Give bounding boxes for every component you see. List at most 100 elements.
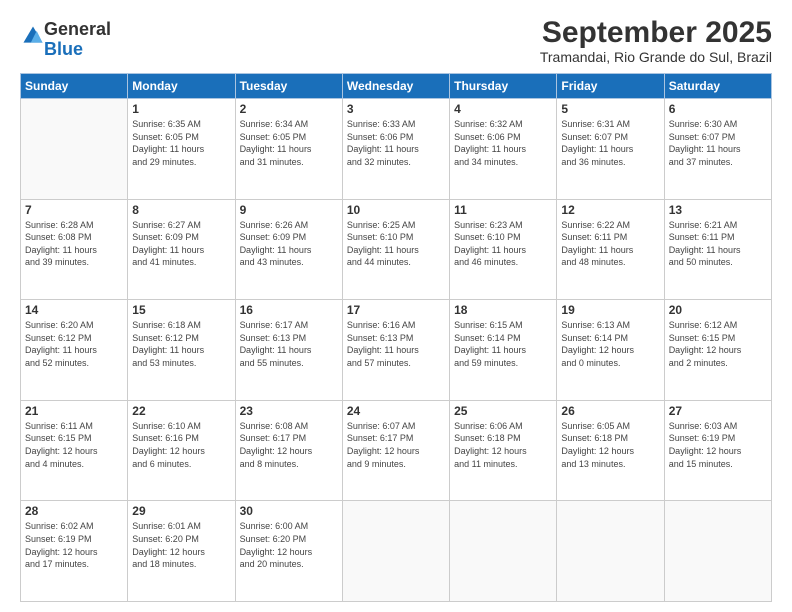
day-number: 25 — [454, 404, 552, 418]
weekday-header-cell: Friday — [557, 74, 664, 99]
calendar-body: 1 Sunrise: 6:35 AMSunset: 6:05 PMDaylight… — [21, 99, 772, 602]
calendar-week-row: 28 Sunrise: 6:02 AMSunset: 6:19 PMDayligh… — [21, 501, 772, 602]
day-number: 23 — [240, 404, 338, 418]
weekday-header-cell: Wednesday — [342, 74, 449, 99]
calendar-day-cell: 20 Sunrise: 6:12 AMSunset: 6:15 PMDayligh… — [664, 300, 771, 401]
day-info: Sunrise: 6:33 AMSunset: 6:06 PMDaylight:… — [347, 118, 445, 168]
calendar-week-row: 14 Sunrise: 6:20 AMSunset: 6:12 PMDayligh… — [21, 300, 772, 401]
day-info: Sunrise: 6:10 AMSunset: 6:16 PMDaylight:… — [132, 420, 230, 470]
day-number: 29 — [132, 504, 230, 518]
day-info: Sunrise: 6:27 AMSunset: 6:09 PMDaylight:… — [132, 219, 230, 269]
day-number: 21 — [25, 404, 123, 418]
day-number: 9 — [240, 203, 338, 217]
day-number: 17 — [347, 303, 445, 317]
day-info: Sunrise: 6:15 AMSunset: 6:14 PMDaylight:… — [454, 319, 552, 369]
header: General Blue September 2025 Tramandai, R… — [20, 16, 772, 65]
calendar-day-cell: 10Sunrise: 6:25 AMSunset: 6:10 PMDayligh… — [342, 199, 449, 300]
location-subtitle: Tramandai, Rio Grande do Sul, Brazil — [540, 49, 772, 65]
calendar-day-cell: 24 Sunrise: 6:07 AMSunset: 6:17 PMDayligh… — [342, 400, 449, 501]
day-number: 13 — [669, 203, 767, 217]
day-info: Sunrise: 6:01 AMSunset: 6:20 PMDaylight:… — [132, 520, 230, 570]
day-info: Sunrise: 6:12 AMSunset: 6:15 PMDaylight:… — [669, 319, 767, 369]
day-info: Sunrise: 6:26 AMSunset: 6:09 PMDaylight:… — [240, 219, 338, 269]
day-info: Sunrise: 6:35 AMSunset: 6:05 PMDaylight:… — [132, 118, 230, 168]
logo-icon — [22, 25, 44, 47]
calendar-day-cell: 12Sunrise: 6:22 AMSunset: 6:11 PMDayligh… — [557, 199, 664, 300]
day-info: Sunrise: 6:13 AMSunset: 6:14 PMDaylight:… — [561, 319, 659, 369]
calendar-day-cell: 16 Sunrise: 6:17 AMSunset: 6:13 PMDayligh… — [235, 300, 342, 401]
calendar-day-cell: 14 Sunrise: 6:20 AMSunset: 6:12 PMDayligh… — [21, 300, 128, 401]
calendar-day-cell: 19 Sunrise: 6:13 AMSunset: 6:14 PMDayligh… — [557, 300, 664, 401]
day-number: 19 — [561, 303, 659, 317]
calendar-day-cell: 6Sunrise: 6:30 AMSunset: 6:07 PMDaylight… — [664, 99, 771, 200]
day-number: 15 — [132, 303, 230, 317]
day-number: 3 — [347, 102, 445, 116]
calendar-day-cell: 4Sunrise: 6:32 AMSunset: 6:06 PMDaylight… — [450, 99, 557, 200]
day-number: 1 — [132, 102, 230, 116]
day-info: Sunrise: 6:21 AMSunset: 6:11 PMDaylight:… — [669, 219, 767, 269]
day-number: 2 — [240, 102, 338, 116]
day-info: Sunrise: 6:16 AMSunset: 6:13 PMDaylight:… — [347, 319, 445, 369]
day-number: 24 — [347, 404, 445, 418]
weekday-header-row: SundayMondayTuesdayWednesdayThursdayFrid… — [21, 74, 772, 99]
calendar-day-cell: 13 Sunrise: 6:21 AMSunset: 6:11 PMDayligh… — [664, 199, 771, 300]
calendar-day-cell: 17 Sunrise: 6:16 AMSunset: 6:13 PMDayligh… — [342, 300, 449, 401]
calendar-day-cell: 30Sunrise: 6:00 AMSunset: 6:20 PMDayligh… — [235, 501, 342, 602]
calendar-day-cell: 22 Sunrise: 6:10 AMSunset: 6:16 PMDayligh… — [128, 400, 235, 501]
day-info: Sunrise: 6:08 AMSunset: 6:17 PMDaylight:… — [240, 420, 338, 470]
day-number: 20 — [669, 303, 767, 317]
weekday-header-cell: Sunday — [21, 74, 128, 99]
day-number: 16 — [240, 303, 338, 317]
page: General Blue September 2025 Tramandai, R… — [0, 0, 792, 612]
calendar-day-cell: 1 Sunrise: 6:35 AMSunset: 6:05 PMDaylight… — [128, 99, 235, 200]
calendar-day-cell: 15 Sunrise: 6:18 AMSunset: 6:12 PMDayligh… — [128, 300, 235, 401]
day-number: 5 — [561, 102, 659, 116]
calendar-day-cell: 18 Sunrise: 6:15 AMSunset: 6:14 PMDayligh… — [450, 300, 557, 401]
calendar-week-row: 7 Sunrise: 6:28 AMSunset: 6:08 PMDaylight… — [21, 199, 772, 300]
calendar-week-row: 21 Sunrise: 6:11 AMSunset: 6:15 PMDayligh… — [21, 400, 772, 501]
calendar-day-cell: 29 Sunrise: 6:01 AMSunset: 6:20 PMDayligh… — [128, 501, 235, 602]
day-number: 18 — [454, 303, 552, 317]
day-info: Sunrise: 6:32 AMSunset: 6:06 PMDaylight:… — [454, 118, 552, 168]
day-number: 6 — [669, 102, 767, 116]
calendar-day-cell: 26Sunrise: 6:05 AMSunset: 6:18 PMDayligh… — [557, 400, 664, 501]
day-number: 27 — [669, 404, 767, 418]
day-info: Sunrise: 6:06 AMSunset: 6:18 PMDaylight:… — [454, 420, 552, 470]
day-info: Sunrise: 6:31 AMSunset: 6:07 PMDaylight:… — [561, 118, 659, 168]
day-number: 14 — [25, 303, 123, 317]
calendar-day-cell: 27 Sunrise: 6:03 AMSunset: 6:19 PMDayligh… — [664, 400, 771, 501]
day-number: 8 — [132, 203, 230, 217]
calendar-day-cell — [450, 501, 557, 602]
day-info: Sunrise: 6:03 AMSunset: 6:19 PMDaylight:… — [669, 420, 767, 470]
day-info: Sunrise: 6:17 AMSunset: 6:13 PMDaylight:… — [240, 319, 338, 369]
day-info: Sunrise: 6:02 AMSunset: 6:19 PMDaylight:… — [25, 520, 123, 570]
day-info: Sunrise: 6:18 AMSunset: 6:12 PMDaylight:… — [132, 319, 230, 369]
day-info: Sunrise: 6:28 AMSunset: 6:08 PMDaylight:… — [25, 219, 123, 269]
day-number: 7 — [25, 203, 123, 217]
day-number: 12 — [561, 203, 659, 217]
calendar-day-cell — [557, 501, 664, 602]
day-info: Sunrise: 6:11 AMSunset: 6:15 PMDaylight:… — [25, 420, 123, 470]
month-title: September 2025 — [540, 16, 772, 49]
day-number: 26 — [561, 404, 659, 418]
calendar-day-cell — [342, 501, 449, 602]
calendar-header: SundayMondayTuesdayWednesdayThursdayFrid… — [21, 74, 772, 99]
day-info: Sunrise: 6:00 AMSunset: 6:20 PMDaylight:… — [240, 520, 338, 570]
calendar-day-cell: 5 Sunrise: 6:31 AMSunset: 6:07 PMDaylight… — [557, 99, 664, 200]
calendar-week-row: 1 Sunrise: 6:35 AMSunset: 6:05 PMDaylight… — [21, 99, 772, 200]
calendar-day-cell: 9 Sunrise: 6:26 AMSunset: 6:09 PMDaylight… — [235, 199, 342, 300]
day-number: 10 — [347, 203, 445, 217]
weekday-header-cell: Thursday — [450, 74, 557, 99]
day-number: 28 — [25, 504, 123, 518]
day-info: Sunrise: 6:07 AMSunset: 6:17 PMDaylight:… — [347, 420, 445, 470]
calendar-day-cell: 23 Sunrise: 6:08 AMSunset: 6:17 PMDayligh… — [235, 400, 342, 501]
calendar-day-cell: 8 Sunrise: 6:27 AMSunset: 6:09 PMDaylight… — [128, 199, 235, 300]
day-info: Sunrise: 6:20 AMSunset: 6:12 PMDaylight:… — [25, 319, 123, 369]
calendar-day-cell: 28 Sunrise: 6:02 AMSunset: 6:19 PMDayligh… — [21, 501, 128, 602]
weekday-header-cell: Tuesday — [235, 74, 342, 99]
weekday-header-cell: Monday — [128, 74, 235, 99]
calendar-day-cell: 21 Sunrise: 6:11 AMSunset: 6:15 PMDayligh… — [21, 400, 128, 501]
day-info: Sunrise: 6:23 AMSunset: 6:10 PMDaylight:… — [454, 219, 552, 269]
weekday-header-cell: Saturday — [664, 74, 771, 99]
day-number: 22 — [132, 404, 230, 418]
